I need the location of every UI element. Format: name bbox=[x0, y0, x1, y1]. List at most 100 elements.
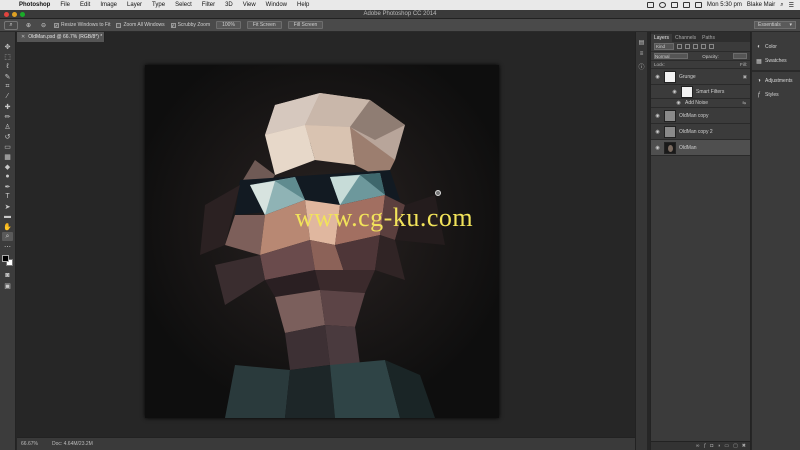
visibility-eye-icon[interactable]: ◉ bbox=[654, 74, 661, 80]
visibility-eye-icon[interactable]: ◉ bbox=[654, 113, 661, 119]
spotlight-icon[interactable]: ⌕ bbox=[780, 2, 783, 9]
swatches-panel-button[interactable]: ▦ Swatches bbox=[752, 54, 800, 68]
menu-edit[interactable]: Edit bbox=[75, 2, 95, 8]
layer-row-oldman[interactable]: ◉ OldMan bbox=[651, 140, 750, 156]
menubar-user[interactable]: Blake Mair bbox=[747, 2, 775, 8]
brush-tool-icon[interactable]: ✏ bbox=[2, 112, 13, 121]
menu-app-photoshop[interactable]: Photoshop bbox=[14, 2, 55, 8]
close-window-icon[interactable] bbox=[4, 12, 9, 17]
quick-select-tool-icon[interactable]: ✎ bbox=[2, 72, 13, 81]
opacity-input[interactable] bbox=[732, 53, 747, 59]
visibility-eye-icon[interactable]: ◉ bbox=[654, 145, 661, 151]
layer-name[interactable]: OldMan copy bbox=[679, 113, 708, 119]
eyedropper-tool-icon[interactable]: ⁄ bbox=[2, 92, 13, 101]
history-panel-icon[interactable]: ▤ bbox=[638, 38, 646, 46]
hand-tool-icon[interactable]: ✋ bbox=[2, 222, 13, 231]
eraser-tool-icon[interactable]: ▭ bbox=[2, 142, 13, 151]
fill-screen-button[interactable]: Fill Screen bbox=[287, 21, 324, 29]
more-tools-icon[interactable]: ⋯ bbox=[2, 242, 13, 251]
adjustment-layer-icon[interactable]: ◑ bbox=[717, 443, 720, 449]
resize-windows-checkbox[interactable]: ✓ Resize Windows to Fit bbox=[54, 22, 110, 28]
color-panel-button[interactable]: ◐ Color bbox=[752, 40, 800, 54]
foreground-color-swatch[interactable] bbox=[1, 255, 9, 262]
menu-filter[interactable]: Filter bbox=[197, 2, 220, 8]
filter-type-icon[interactable] bbox=[693, 44, 698, 49]
info-panel-icon[interactable]: ⓘ bbox=[638, 62, 646, 71]
visibility-eye-icon[interactable]: ◉ bbox=[671, 89, 678, 95]
add-noise-filter-row[interactable]: ◉ Add Noise ⇋ bbox=[651, 99, 750, 108]
adjustments-panel-button[interactable]: ◑ Adjustments bbox=[752, 74, 800, 88]
pen-tool-icon[interactable]: ✒ bbox=[2, 182, 13, 191]
crop-tool-icon[interactable]: ⌗ bbox=[2, 82, 13, 91]
layer-row-oldman-copy-2[interactable]: ◉ OldMan copy 2 bbox=[651, 124, 750, 140]
marquee-tool-icon[interactable]: ⬚ bbox=[2, 52, 13, 61]
menu-view[interactable]: View bbox=[238, 2, 261, 8]
visibility-eye-icon[interactable]: ◉ bbox=[654, 129, 661, 135]
filter-smart-object-icon[interactable] bbox=[709, 44, 714, 49]
type-tool-icon[interactable]: T bbox=[2, 192, 13, 201]
filter-adjustment-icon[interactable] bbox=[685, 44, 690, 49]
display-icon[interactable] bbox=[646, 2, 654, 8]
dodge-tool-icon[interactable]: ● bbox=[2, 172, 13, 181]
link-layers-icon[interactable]: ∞ bbox=[696, 443, 700, 449]
blur-tool-icon[interactable]: ◆ bbox=[2, 162, 13, 171]
menu-window[interactable]: Window bbox=[261, 2, 292, 8]
new-layer-icon[interactable]: ▢ bbox=[733, 443, 738, 449]
new-group-icon[interactable]: ▭ bbox=[724, 443, 729, 449]
path-selection-tool-icon[interactable]: ➤ bbox=[2, 202, 13, 211]
quick-mask-icon[interactable]: ◙ bbox=[2, 271, 13, 280]
layer-filter-kind-select[interactable]: Kind bbox=[654, 43, 674, 50]
gradient-tool-icon[interactable]: ▦ bbox=[2, 152, 13, 161]
screen-mode-icon[interactable]: ▣ bbox=[2, 281, 13, 290]
add-mask-icon[interactable]: ◘ bbox=[710, 443, 713, 449]
shape-tool-icon[interactable]: ▬ bbox=[2, 212, 13, 221]
zoom-all-windows-checkbox[interactable]: Zoom All Windows bbox=[116, 22, 165, 28]
history-brush-tool-icon[interactable]: ↺ bbox=[2, 132, 13, 141]
battery-icon[interactable] bbox=[694, 2, 702, 8]
move-tool-icon[interactable]: ✥ bbox=[2, 42, 13, 51]
properties-panel-icon[interactable]: ≡ bbox=[638, 50, 646, 58]
document-size-info[interactable]: Doc: 4.64M/23.2M bbox=[52, 441, 93, 447]
styles-panel-button[interactable]: ƒ Styles bbox=[752, 88, 800, 102]
layer-name[interactable]: OldMan copy 2 bbox=[679, 129, 713, 135]
notification-center-icon[interactable]: ☰ bbox=[789, 2, 794, 9]
minimize-window-icon[interactable] bbox=[12, 12, 17, 17]
menu-help[interactable]: Help bbox=[292, 2, 314, 8]
delete-layer-icon[interactable]: ✖ bbox=[742, 443, 746, 449]
zoom-out-button[interactable]: ⊖ bbox=[39, 21, 48, 30]
document-tab[interactable]: ✕ OldMan.psd @ 66.7% (RGB/8*) * bbox=[17, 32, 105, 42]
tab-layers[interactable]: Layers bbox=[651, 34, 673, 42]
menu-type[interactable]: Type bbox=[147, 2, 170, 8]
workspace-switcher[interactable]: Essentials ▾ bbox=[754, 21, 796, 29]
menu-3d[interactable]: 3D bbox=[220, 2, 238, 8]
tab-paths[interactable]: Paths bbox=[699, 34, 718, 42]
menubar-clock[interactable]: Mon 5:30 pm bbox=[707, 2, 742, 8]
menu-image[interactable]: Image bbox=[95, 2, 122, 8]
visibility-eye-icon[interactable]: ◉ bbox=[675, 100, 682, 106]
volume-icon[interactable] bbox=[682, 2, 690, 8]
tab-channels[interactable]: Channels bbox=[672, 34, 699, 42]
layer-name[interactable]: OldMan bbox=[679, 145, 697, 151]
wifi-icon[interactable] bbox=[670, 2, 678, 8]
close-document-icon[interactable]: ✕ bbox=[21, 34, 25, 40]
zoom-level[interactable]: 66.67% bbox=[21, 441, 38, 447]
layer-row-oldman-copy[interactable]: ◉ OldMan copy bbox=[651, 108, 750, 124]
blend-mode-select[interactable]: Normal bbox=[654, 53, 688, 59]
lasso-tool-icon[interactable]: ℓ bbox=[2, 62, 13, 71]
menu-file[interactable]: File bbox=[55, 2, 75, 8]
color-swatches[interactable] bbox=[1, 255, 14, 267]
healing-brush-tool-icon[interactable]: ✚ bbox=[2, 102, 13, 111]
layer-style-icon[interactable]: ƒ bbox=[703, 443, 706, 449]
filter-pixel-icon[interactable] bbox=[677, 44, 682, 49]
layer-row-grunge[interactable]: ◉ Grunge ▣ bbox=[651, 69, 750, 85]
layer-name[interactable]: Grunge bbox=[679, 74, 696, 80]
zoom-in-button[interactable]: ⊕ bbox=[24, 21, 33, 30]
fit-screen-button[interactable]: Fit Screen bbox=[246, 21, 282, 29]
filter-mask-thumbnail[interactable] bbox=[681, 85, 693, 98]
scrubby-zoom-checkbox[interactable]: ✓ Scrubby Zoom bbox=[170, 22, 210, 28]
menu-layer[interactable]: Layer bbox=[122, 2, 147, 8]
tool-preset-picker[interactable]: ⌕ bbox=[4, 20, 18, 30]
time-machine-icon[interactable] bbox=[658, 2, 666, 8]
menu-select[interactable]: Select bbox=[170, 2, 197, 8]
filter-shape-icon[interactable] bbox=[701, 44, 706, 49]
